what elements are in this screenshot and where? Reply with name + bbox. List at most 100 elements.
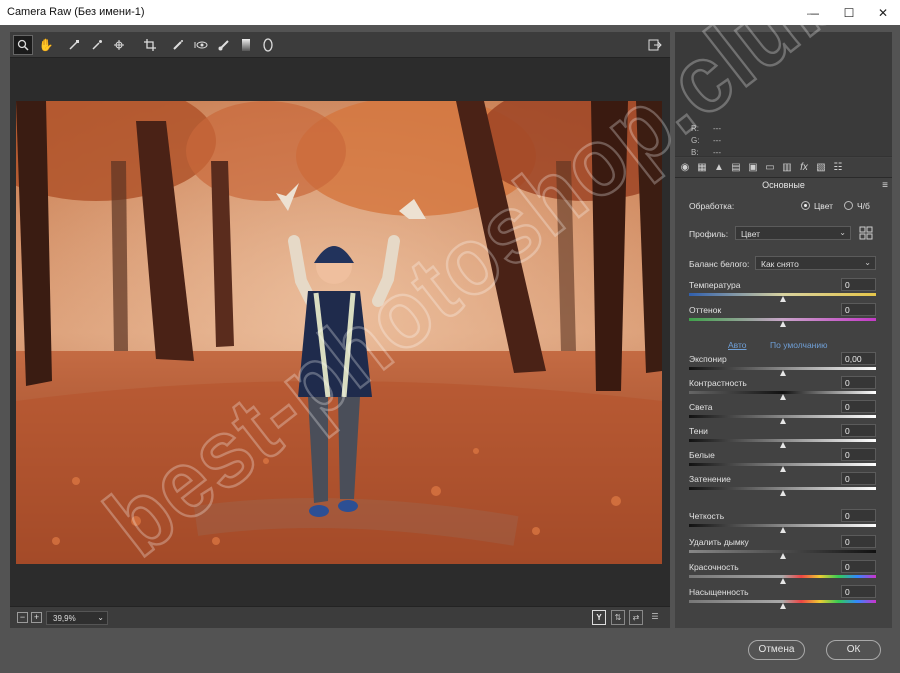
effects-tab-icon[interactable]: fx xyxy=(796,160,812,176)
b-label: B: xyxy=(691,148,699,157)
slider-value-field[interactable]: 0,00 xyxy=(841,352,876,365)
slider-value-field[interactable]: 0 xyxy=(841,278,876,291)
profile-select[interactable]: Цвет ⌄ xyxy=(735,226,851,240)
slider-label: Насыщенность xyxy=(689,587,749,597)
adjustments-panel: R: --- G: --- B: --- ◉ ▦ ▲ ▤ ▣ ▭ ▥ fx ▧ … xyxy=(675,32,892,628)
panel-title: Основные xyxy=(762,180,805,190)
adjustment-brush-tool-icon[interactable] xyxy=(214,35,234,55)
slider-label: Удалить дымку xyxy=(689,537,749,547)
slider-label: Тени xyxy=(689,426,708,436)
slider-thumb[interactable] xyxy=(779,321,786,327)
hsl-tab-icon[interactable]: ▤ xyxy=(728,160,744,176)
title-bar: Camera Raw (Без имени-1) — ☐ ✕ xyxy=(0,0,900,25)
status-bar: − + 39,9% ⌄ Y ⇅ ⇄ ☰ xyxy=(10,606,670,628)
split-toning-tab-icon[interactable]: ▣ xyxy=(745,160,761,176)
slider-thumb[interactable] xyxy=(779,490,786,496)
chevron-down-icon: ⌄ xyxy=(839,228,846,237)
radial-filter-tool-icon[interactable] xyxy=(258,35,278,55)
slider-label: Затенение xyxy=(689,474,731,484)
slider-thumb[interactable] xyxy=(779,466,786,472)
preview-toggle-icon[interactable]: Y xyxy=(592,610,606,625)
zoom-out-button[interactable]: − xyxy=(17,612,28,623)
slider-value-field[interactable]: 0 xyxy=(841,585,876,598)
slider-value-field[interactable]: 0 xyxy=(841,509,876,522)
slider-value-field[interactable]: 0 xyxy=(841,535,876,548)
slider-value-field[interactable]: 0 xyxy=(841,303,876,316)
slider-thumb[interactable] xyxy=(779,527,786,533)
processing-label: Обработка: xyxy=(689,201,735,211)
detail-tab-icon[interactable]: ▲ xyxy=(711,160,727,176)
r-label: R: xyxy=(691,124,699,133)
slider-thumb[interactable] xyxy=(779,296,786,302)
white-balance-select[interactable]: Как снято ⌄ xyxy=(755,256,876,270)
targeted-adjustment-tool-icon[interactable] xyxy=(110,35,130,55)
histogram: R: --- G: --- B: --- xyxy=(675,32,892,157)
processing-color-radio[interactable] xyxy=(801,201,810,210)
cancel-button[interactable]: Отмена xyxy=(748,640,805,660)
slider-value-field[interactable]: 0 xyxy=(841,400,876,413)
basic-tab-icon[interactable]: ◉ xyxy=(677,160,693,176)
b-value: --- xyxy=(713,148,721,157)
presets-tab-icon[interactable]: ☷ xyxy=(830,160,846,176)
processing-bw-label[interactable]: Ч/б xyxy=(857,201,870,211)
slider-label: Четкость xyxy=(689,511,725,521)
settings-sliders-icon[interactable]: ☰ xyxy=(648,610,662,625)
slider-thumb[interactable] xyxy=(779,553,786,559)
photo-preview[interactable] xyxy=(16,101,662,564)
white-balance-tool-icon[interactable] xyxy=(64,35,84,55)
slider-label: Красочность xyxy=(689,562,739,572)
window-title: Camera Raw (Без имени-1) xyxy=(7,6,145,18)
close-icon[interactable]: ✕ xyxy=(866,0,900,25)
transform-tab-icon[interactable]: ▥ xyxy=(779,160,795,176)
profile-value: Цвет xyxy=(741,229,761,239)
slider-value-field[interactable]: 0 xyxy=(841,448,876,461)
lens-tab-icon[interactable]: ▭ xyxy=(762,160,778,176)
zoom-in-button[interactable]: + xyxy=(31,612,42,623)
minimize-icon[interactable]: — xyxy=(796,0,830,25)
preview-area: ✋ − + 39,9% ⌄ Y ⇅ ⇄ ☰ xyxy=(10,32,670,628)
tone-curve-tab-icon[interactable]: ▦ xyxy=(694,160,710,176)
open-preferences-icon[interactable] xyxy=(645,35,665,55)
slider-thumb[interactable] xyxy=(779,418,786,424)
slider-label: Температура xyxy=(689,280,741,290)
zoom-level-select[interactable]: 39,9% ⌄ xyxy=(46,611,108,625)
auto-link[interactable]: Авто xyxy=(728,340,747,350)
zoom-tool-icon[interactable] xyxy=(13,35,33,55)
slider-label: Оттенок xyxy=(689,305,722,315)
r-value: --- xyxy=(713,124,721,133)
color-sampler-tool-icon[interactable] xyxy=(87,35,107,55)
hand-tool-icon[interactable]: ✋ xyxy=(36,35,56,55)
spot-removal-tool-icon[interactable] xyxy=(168,35,188,55)
menu-icon[interactable]: ≡ xyxy=(882,180,888,191)
processing-bw-radio[interactable] xyxy=(844,201,853,210)
default-link[interactable]: По умолчанию xyxy=(770,340,827,350)
slider-thumb[interactable] xyxy=(779,603,786,609)
g-label: G: xyxy=(691,136,700,145)
ok-button[interactable]: ОК xyxy=(826,640,881,660)
camera-calibration-tab-icon[interactable]: ▧ xyxy=(813,160,829,176)
before-after-icon[interactable]: ⇅ xyxy=(611,610,625,625)
slider-label: Экспонир xyxy=(689,354,727,364)
slider-value-field[interactable]: 0 xyxy=(841,472,876,485)
red-eye-tool-icon[interactable] xyxy=(191,35,211,55)
slider-thumb[interactable] xyxy=(779,370,786,376)
chevron-down-icon: ⌄ xyxy=(97,613,104,622)
wb-label: Баланс белого: xyxy=(689,259,750,269)
slider-label: Света xyxy=(689,402,713,412)
maximize-icon[interactable]: ☐ xyxy=(832,0,866,25)
profile-browser-icon[interactable] xyxy=(859,226,873,240)
slider-thumb[interactable] xyxy=(779,578,786,584)
chevron-down-icon: ⌄ xyxy=(864,258,871,267)
swap-settings-icon[interactable]: ⇄ xyxy=(629,610,643,625)
processing-color-label[interactable]: Цвет xyxy=(814,201,833,211)
slider-value-field[interactable]: 0 xyxy=(841,376,876,389)
tool-bar: ✋ xyxy=(10,32,670,58)
slider-value-field[interactable]: 0 xyxy=(841,424,876,437)
slider-thumb[interactable] xyxy=(779,442,786,448)
slider-thumb[interactable] xyxy=(779,394,786,400)
g-value: --- xyxy=(713,136,721,145)
zoom-level-value: 39,9% xyxy=(53,614,76,623)
slider-value-field[interactable]: 0 xyxy=(841,560,876,573)
graduated-filter-tool-icon[interactable] xyxy=(236,35,256,55)
crop-tool-icon[interactable] xyxy=(140,35,160,55)
